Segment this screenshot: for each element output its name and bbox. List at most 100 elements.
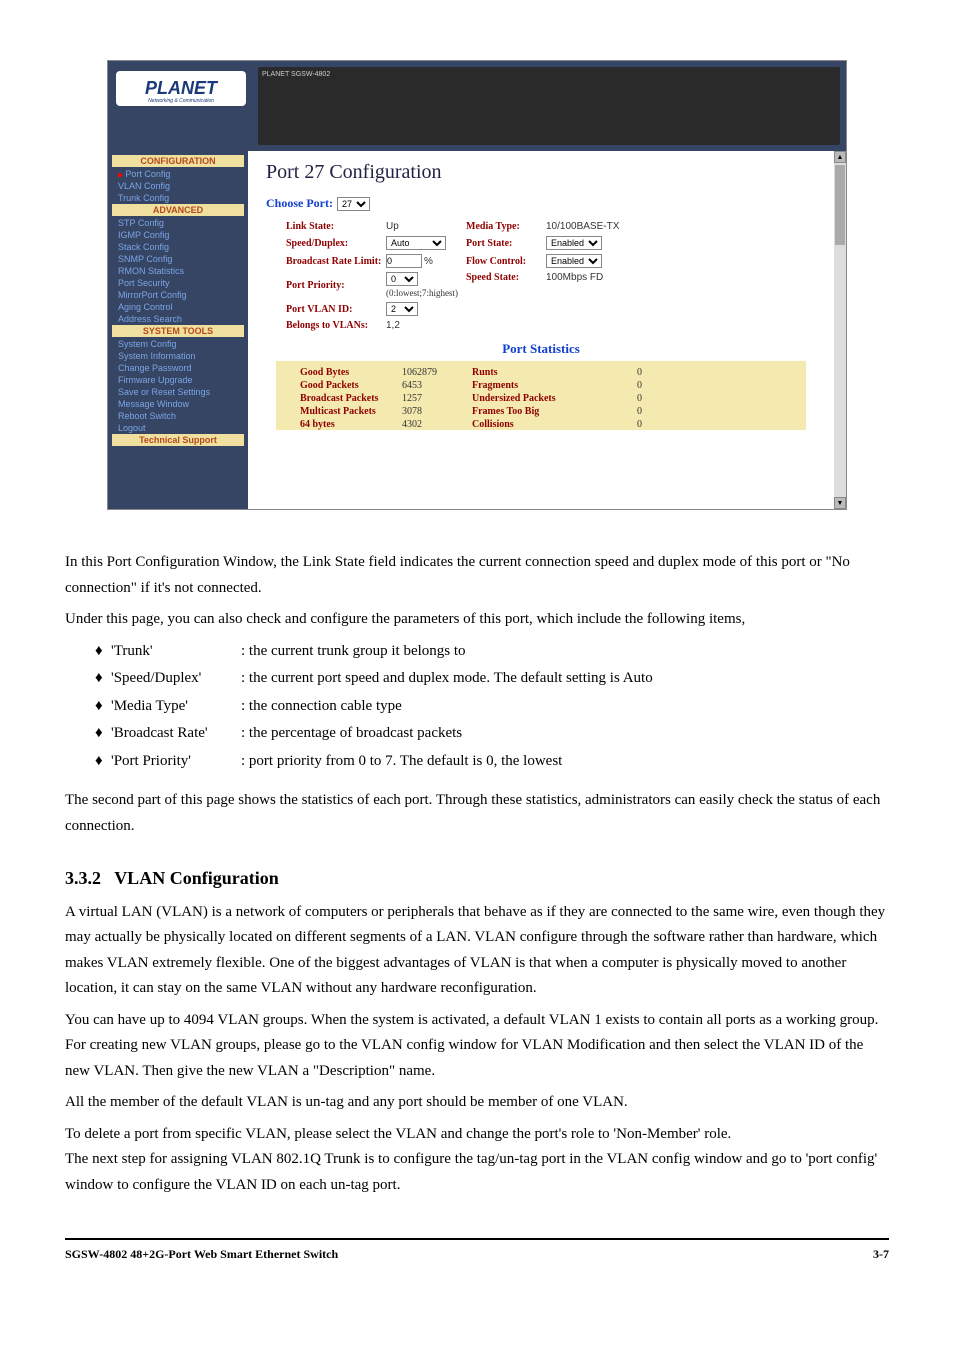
param-term: 'Port Priority': [111, 749, 241, 775]
stat-label: 64 bytes: [282, 419, 402, 430]
nav-system-info[interactable]: System Information: [112, 350, 244, 362]
paragraph: All the member of the default VLAN is un…: [65, 1090, 889, 1116]
port-vlan-id-label: Port VLAN ID:: [286, 304, 386, 315]
nav-rmon-stats[interactable]: RMON Statistics: [112, 265, 244, 277]
scroll-down-button[interactable]: ▼: [834, 497, 846, 509]
speed-state-value: 100Mbps FD: [546, 272, 636, 283]
port-state-label: Port State:: [466, 238, 546, 249]
nav-address-search[interactable]: Address Search: [112, 313, 244, 325]
stat-value: 0: [602, 367, 642, 378]
nav-save-reset[interactable]: Save or Reset Settings: [112, 386, 244, 398]
nav-header-advanced: ADVANCED: [112, 204, 244, 216]
param-term: 'Media Type': [111, 694, 241, 720]
nav-header-configuration: CONFIGURATION: [112, 155, 244, 167]
nav-sidebar: CONFIGURATION Port Config VLAN Config Tr…: [108, 151, 248, 509]
link-state-label: Link State:: [286, 221, 386, 232]
speed-duplex-label: Speed/Duplex:: [286, 238, 386, 249]
stat-label: Collisions: [472, 419, 602, 430]
config-table: Link State:Up Media Type:10/100BASE-TX S…: [286, 221, 816, 331]
stat-label: Good Bytes: [282, 367, 402, 378]
nav-firmware-upgrade[interactable]: Firmware Upgrade: [112, 374, 244, 386]
param-desc: : port priority from 0 to 7. The default…: [241, 749, 562, 775]
brand-logo: PLANET Networking & Communication: [116, 71, 246, 106]
content-pane: Port 27 Configuration Choose Port: 27 Li…: [248, 151, 834, 509]
section-number: 3.3.2: [65, 868, 101, 888]
page-title: Port 27 Configuration: [266, 161, 816, 184]
stat-label: Fragments: [472, 380, 602, 391]
scroll-up-button[interactable]: ▲: [834, 151, 846, 163]
param-term: 'Broadcast Rate': [111, 721, 241, 747]
nav-header-system: SYSTEM TOOLS: [112, 325, 244, 337]
paragraph: A virtual LAN (VLAN) is a network of com…: [65, 900, 889, 1002]
flow-control-select[interactable]: Enabled: [546, 254, 602, 268]
speed-duplex-select[interactable]: Auto: [386, 236, 446, 250]
stat-value: 0: [602, 393, 642, 404]
logo-text: PLANET: [145, 78, 217, 99]
document-body: In this Port Configuration Window, the L…: [60, 550, 894, 1264]
port-priority-select[interactable]: 0: [386, 272, 418, 286]
paragraph: To delete a port from specific VLAN, ple…: [65, 1122, 889, 1199]
nav-reboot-switch[interactable]: Reboot Switch: [112, 410, 244, 422]
media-type-label: Media Type:: [466, 221, 546, 232]
bullet: ♦: [95, 666, 111, 692]
param-desc: : the percentage of broadcast packets: [241, 721, 462, 747]
choose-port-select[interactable]: 27: [337, 197, 370, 211]
nav-vlan-config[interactable]: VLAN Config: [112, 180, 244, 192]
port-priority-label: Port Priority:: [286, 280, 386, 291]
nav-port-config[interactable]: Port Config: [112, 168, 244, 180]
belongs-vlans-label: Belongs to VLANs:: [286, 320, 386, 331]
choose-port-label: Choose Port:: [266, 196, 333, 211]
topbar: PLANET Networking & Communication PLANET…: [108, 61, 846, 151]
paragraph: You can have up to 4094 VLAN groups. Whe…: [65, 1008, 889, 1085]
nav-header-tech[interactable]: Technical Support: [112, 434, 244, 446]
port-vlan-id-select[interactable]: 2: [386, 302, 418, 316]
stat-label: Multicast Packets: [282, 406, 402, 417]
nav-change-password[interactable]: Change Password: [112, 362, 244, 374]
stat-value: 0: [602, 380, 642, 391]
bullet: ♦: [95, 639, 111, 665]
nav-igmp-config[interactable]: IGMP Config: [112, 229, 244, 241]
nav-stp-config[interactable]: STP Config: [112, 217, 244, 229]
stat-label: Undersized Packets: [472, 393, 602, 404]
nav-mirror-config[interactable]: MirrorPort Config: [112, 289, 244, 301]
stat-value: 1257: [402, 393, 472, 404]
stat-value: 3078: [402, 406, 472, 417]
speed-state-label: Speed State:: [466, 272, 546, 283]
param-desc: : the current port speed and duplex mode…: [241, 666, 653, 692]
broadcast-rate-label: Broadcast Rate Limit:: [286, 256, 386, 267]
broadcast-rate-input[interactable]: [386, 254, 422, 268]
stat-value: 1062879: [402, 367, 472, 378]
scroll-thumb[interactable]: [835, 165, 845, 245]
port-statistics-title: Port Statistics: [266, 341, 816, 357]
stat-label: Good Packets: [282, 380, 402, 391]
footer-page-number: 3-7: [873, 1244, 889, 1264]
nav-port-security[interactable]: Port Security: [112, 277, 244, 289]
nav-stack-config[interactable]: Stack Config: [112, 241, 244, 253]
stat-label: Runts: [472, 367, 602, 378]
vertical-scrollbar[interactable]: ▲ ▼: [834, 151, 846, 509]
nav-message-window[interactable]: Message Window: [112, 398, 244, 410]
percent-unit: %: [424, 256, 433, 267]
flow-control-label: Flow Control:: [466, 256, 546, 267]
stat-label: Broadcast Packets: [282, 393, 402, 404]
stat-value: 0: [602, 419, 642, 430]
bullet: ♦: [95, 749, 111, 775]
paragraph: The second part of this page shows the s…: [65, 788, 889, 839]
nav-aging-control[interactable]: Aging Control: [112, 301, 244, 313]
nav-snmp-config[interactable]: SNMP Config: [112, 253, 244, 265]
media-type-value: 10/100BASE-TX: [546, 221, 636, 232]
stat-value: 4302: [402, 419, 472, 430]
switch-front-panel: PLANET SGSW-4802: [258, 67, 840, 145]
stat-label: Frames Too Big: [472, 406, 602, 417]
stat-value: 6453: [402, 380, 472, 391]
logo-subtext: Networking & Communication: [148, 98, 214, 104]
nav-system-config[interactable]: System Config: [112, 338, 244, 350]
param-term: 'Speed/Duplex': [111, 666, 241, 692]
param-term: 'Trunk': [111, 639, 241, 665]
nav-trunk-config[interactable]: Trunk Config: [112, 192, 244, 204]
bullet: ♦: [95, 694, 111, 720]
nav-logout[interactable]: Logout: [112, 422, 244, 434]
footer-title: SGSW-4802 48+2G-Port Web Smart Ethernet …: [65, 1244, 338, 1264]
port-state-select[interactable]: Enabled: [546, 236, 602, 250]
config-screenshot: PLANET Networking & Communication PLANET…: [107, 60, 847, 510]
